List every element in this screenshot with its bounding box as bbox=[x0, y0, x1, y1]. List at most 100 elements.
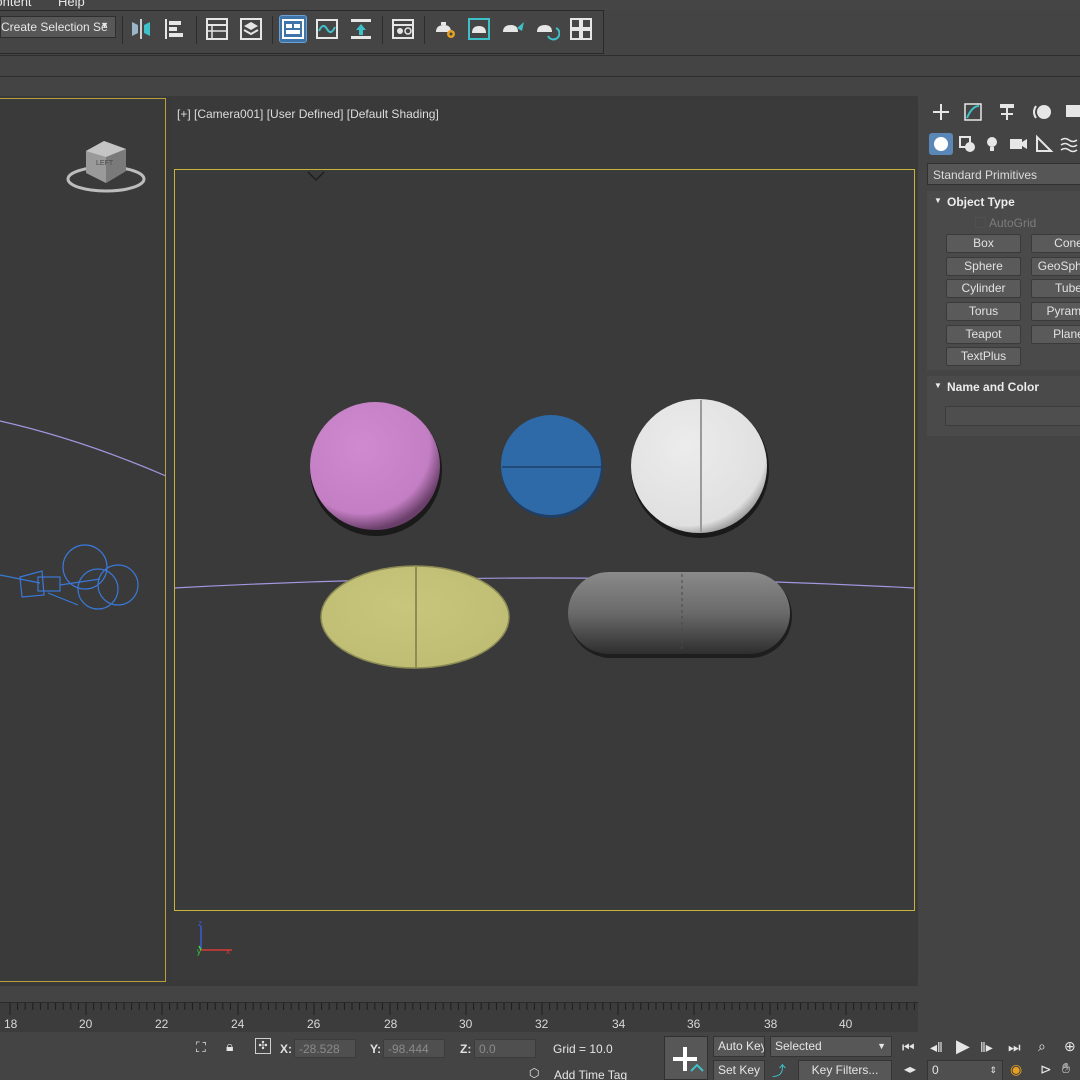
teapot-button[interactable]: Teapot bbox=[946, 325, 1021, 344]
category-dropdown[interactable]: Standard Primitives bbox=[927, 163, 1080, 185]
textplus-button[interactable]: TextPlus bbox=[946, 347, 1021, 366]
align-icon[interactable] bbox=[162, 16, 188, 42]
cone-button[interactable]: Cone bbox=[1031, 234, 1080, 253]
zoom-icon[interactable]: ⌕ bbox=[1038, 1038, 1046, 1055]
layer-explorer-icon[interactable] bbox=[238, 16, 264, 42]
left-viewport-canvas: LEFT bbox=[0, 141, 167, 610]
ribbon-bar bbox=[0, 55, 1080, 77]
left-viewport[interactable]: LEFT bbox=[0, 98, 167, 982]
play-icon[interactable]: ▶ bbox=[956, 1036, 970, 1057]
ribbon-toggle-icon[interactable] bbox=[279, 15, 307, 43]
chevron-down-icon: ▼ bbox=[877, 1041, 886, 1051]
scene-explorer-icon[interactable] bbox=[204, 16, 230, 42]
create-tab-icon[interactable] bbox=[928, 100, 954, 124]
y-coord-field[interactable]: -98.444 bbox=[383, 1039, 445, 1058]
hierarchy-tab-icon[interactable] bbox=[994, 100, 1020, 124]
torus-button[interactable]: Torus bbox=[946, 302, 1021, 321]
viewport-label[interactable]: [+] [Camera001] [User Defined] [Default … bbox=[177, 107, 439, 121]
timeline-tick-label: 22 bbox=[155, 1017, 169, 1031]
sphere-button[interactable]: Sphere bbox=[946, 257, 1021, 276]
current-frame-spinner[interactable]: 0 ⇕ bbox=[927, 1060, 1003, 1080]
auto-key-button[interactable]: Auto Key bbox=[713, 1036, 765, 1057]
set-key-button[interactable]: Set Key bbox=[713, 1060, 765, 1080]
motion-tab-icon[interactable] bbox=[1030, 100, 1056, 124]
lights-icon[interactable] bbox=[980, 133, 1004, 155]
autogrid-label: AutoGrid bbox=[989, 216, 1037, 230]
helpers-icon[interactable] bbox=[1032, 133, 1056, 155]
toolbar-separator bbox=[424, 16, 425, 44]
name-and-color-rollout-header[interactable]: ▼ Name and Color bbox=[927, 376, 1080, 398]
absolute-mode-icon[interactable]: ✣ bbox=[255, 1038, 271, 1054]
autogrid-checkbox[interactable] bbox=[975, 217, 986, 228]
go-to-end-icon[interactable]: ⏭ bbox=[1008, 1039, 1021, 1056]
menu-item-content[interactable]: Content bbox=[0, 0, 32, 9]
timeline-tick-label: 40 bbox=[839, 1017, 853, 1031]
pyramid-button[interactable]: Pyramid bbox=[1031, 302, 1080, 321]
timeline-tick-label: 24 bbox=[231, 1017, 245, 1031]
go-to-start-icon[interactable]: ⏮ bbox=[902, 1039, 915, 1056]
y-coord-label: Y: bbox=[370, 1042, 382, 1056]
collapse-triangle-icon: ▼ bbox=[934, 381, 942, 390]
time-configuration-icon[interactable]: ◉ bbox=[1010, 1061, 1022, 1078]
key-filters-button[interactable]: Key Filters... bbox=[798, 1060, 892, 1080]
modify-tab-icon[interactable] bbox=[960, 100, 986, 124]
render-setup-icon[interactable] bbox=[432, 16, 458, 42]
key-tangent-icon[interactable]: ⤴ bbox=[772, 1061, 786, 1080]
key-plus-icon bbox=[673, 1047, 704, 1072]
toolbar-separator bbox=[272, 16, 273, 44]
box-button[interactable]: Box bbox=[946, 234, 1021, 253]
menu-item-help[interactable]: Help bbox=[58, 0, 85, 9]
schematic-view-icon[interactable] bbox=[348, 16, 374, 42]
timeline-tick-label: 26 bbox=[307, 1017, 321, 1031]
add-time-tag-button[interactable]: Add Time Tag bbox=[554, 1068, 627, 1080]
toolbar-separator bbox=[382, 16, 383, 44]
safe-frame bbox=[174, 169, 915, 911]
name-and-color-title: Name and Color bbox=[947, 380, 1040, 394]
tube-button[interactable]: Tube bbox=[1031, 279, 1080, 298]
spinner-arrows-icon: ⇕ bbox=[989, 1065, 997, 1075]
material-editor-icon[interactable] bbox=[390, 16, 416, 42]
x-coord-field[interactable]: -28.528 bbox=[294, 1039, 356, 1058]
object-type-rollout-header[interactable]: ▼ Object Type bbox=[927, 191, 1080, 213]
cylinder-button[interactable]: Cylinder bbox=[946, 279, 1021, 298]
render-iterative-icon[interactable] bbox=[534, 16, 561, 42]
z-coord-field[interactable]: 0.0 bbox=[474, 1039, 536, 1058]
z-coord-label: Z: bbox=[460, 1042, 472, 1056]
toolbar-separator bbox=[122, 16, 123, 44]
display-tab-icon[interactable] bbox=[1062, 100, 1080, 124]
key-mode-dropdown[interactable]: Selected ▼ bbox=[770, 1036, 892, 1057]
field-of-view-icon[interactable]: ⊳ bbox=[1040, 1061, 1052, 1078]
isolate-selection-icon[interactable]: ⛶ bbox=[196, 1039, 206, 1056]
timeline-tick-label: 30 bbox=[459, 1017, 473, 1031]
geometry-icon[interactable] bbox=[929, 133, 953, 155]
next-frame-icon[interactable]: ‖▸ bbox=[980, 1039, 993, 1056]
timeline-tick-label: 20 bbox=[79, 1017, 93, 1031]
curve-editor-icon[interactable] bbox=[314, 16, 340, 42]
current-frame-value: 0 bbox=[932, 1063, 939, 1077]
key-mode-toggle-icon[interactable]: ◂▸ bbox=[904, 1062, 916, 1076]
axis-tripod: z x y bbox=[197, 919, 232, 956]
object-name-field[interactable] bbox=[945, 406, 1080, 426]
selection-set-dropdown[interactable]: Create Selection Se ▼ bbox=[0, 16, 116, 38]
trajectory-path bbox=[0, 420, 167, 477]
render-icon[interactable] bbox=[500, 16, 526, 42]
camera-wireframe[interactable] bbox=[0, 544, 139, 610]
lock-icon[interactable]: 🔒︎ bbox=[226, 1038, 233, 1055]
geosphere-button[interactable]: GeoSphere bbox=[1031, 257, 1080, 276]
set-key-mode-button[interactable] bbox=[664, 1036, 708, 1080]
status-bar bbox=[0, 1032, 1080, 1080]
plane-button[interactable]: Plane bbox=[1031, 325, 1080, 344]
selection-set-value: Create Selection Se bbox=[1, 20, 108, 34]
rendered-frame-window-icon[interactable] bbox=[466, 16, 492, 42]
mirror-icon[interactable] bbox=[128, 16, 154, 42]
toolbar-separator bbox=[196, 16, 197, 44]
timeline-tick-label: 18 bbox=[4, 1017, 18, 1031]
zoom-all-icon[interactable]: ⊕ bbox=[1064, 1038, 1076, 1055]
cameras-icon[interactable] bbox=[1006, 133, 1030, 155]
shapes-icon[interactable] bbox=[955, 133, 979, 155]
collapse-triangle-icon: ▼ bbox=[934, 196, 942, 205]
previous-frame-icon[interactable]: ◂‖ bbox=[930, 1039, 943, 1056]
pan-hand-icon[interactable]: ✋︎ bbox=[1062, 1060, 1070, 1077]
space-warps-icon[interactable] bbox=[1057, 133, 1080, 155]
render-gallery-icon[interactable] bbox=[568, 16, 594, 42]
